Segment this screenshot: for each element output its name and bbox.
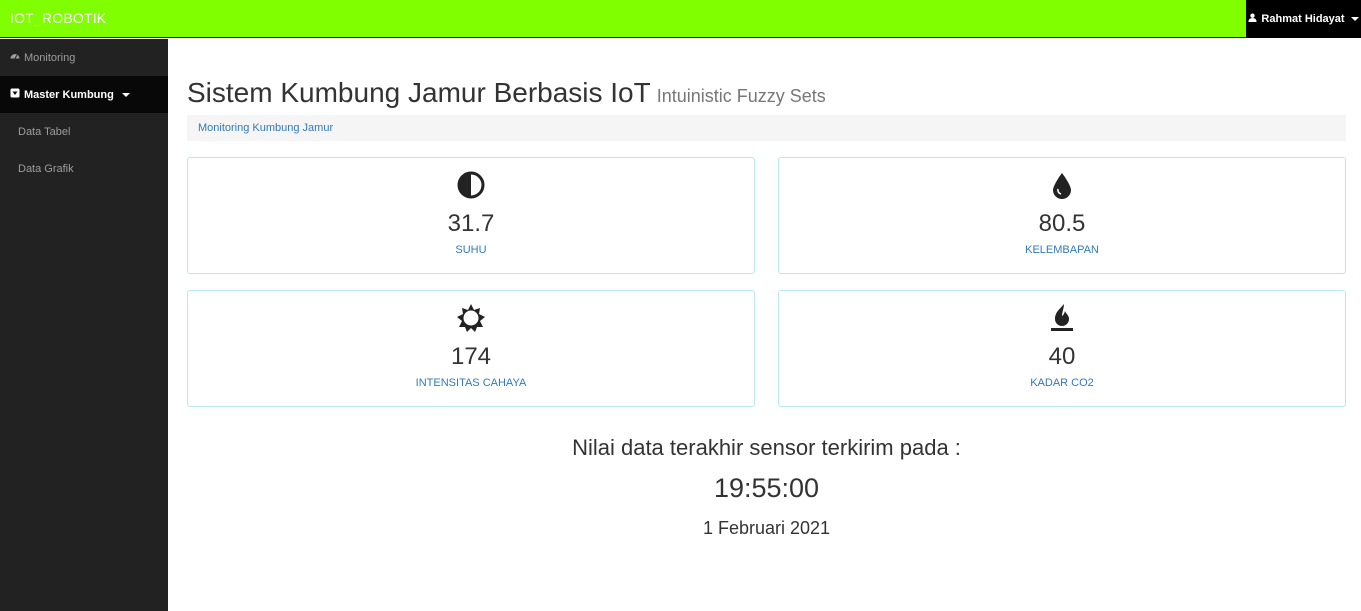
- last-update-date: 1 Februari 2021: [702, 518, 831, 538]
- panel-kadar-co2: 40 KADAR CO2: [778, 290, 1346, 407]
- user-name: Rahmat Hidayat: [1261, 13, 1345, 25]
- last-update-time: 19:55:00: [713, 473, 820, 503]
- chevron-down-icon: [1350, 17, 1359, 21]
- kelembapan-value: 80.5: [1038, 210, 1086, 237]
- sidebar-item-data-grafik[interactable]: Data Grafik: [0, 150, 168, 187]
- fire-icon: [1047, 303, 1077, 333]
- page-title: Sistem Kumbung Jamur Berbasis IoT: [187, 77, 651, 108]
- sidebar-item-label: Monitoring: [24, 51, 76, 64]
- sidebar-item-master-kumbung[interactable]: Master Kumbung: [0, 76, 168, 113]
- kelembapan-label[interactable]: KELEMBAPAN: [1025, 244, 1099, 256]
- co2-label[interactable]: KADAR CO2: [1030, 377, 1094, 389]
- top-navbar: IOT_ROBOTIK Rahmat Hidayat: [0, 0, 1361, 38]
- caret-square-down-icon: [10, 88, 20, 101]
- sidebar: Monitoring Master Kumbung Data Tabel Dat…: [0, 39, 168, 611]
- tint-icon: [1047, 170, 1077, 200]
- co2-value: 40: [1048, 343, 1076, 370]
- dashboard-icon: [10, 51, 20, 64]
- panel-kelembapan: 80.5 KELEMBAPAN: [778, 157, 1346, 274]
- user-menu-dropdown[interactable]: Rahmat Hidayat: [1246, 0, 1361, 38]
- chevron-down-icon: [121, 92, 130, 97]
- panel-suhu: 31.7 SUHU: [187, 157, 755, 274]
- brand-link[interactable]: IOT_ROBOTIK: [10, 10, 106, 26]
- suhu-value: 31.7: [447, 210, 495, 237]
- last-update-heading: Nilai data terakhir sensor terkirim pada…: [572, 435, 961, 460]
- suhu-label[interactable]: SUHU: [455, 244, 486, 256]
- sun-icon: [456, 303, 486, 333]
- page-subtitle: Intuinistic Fuzzy Sets: [656, 86, 826, 106]
- sidebar-item-data-tabel[interactable]: Data Tabel: [0, 113, 168, 150]
- adjust-icon: [456, 170, 486, 200]
- sidebar-item-label: Master Kumbung: [24, 88, 114, 101]
- sidebar-item-monitoring[interactable]: Monitoring: [0, 39, 168, 76]
- user-icon: [1248, 13, 1257, 25]
- breadcrumb: Monitoring Kumbung Jamur: [187, 115, 1346, 141]
- last-update-info: Nilai data terakhir sensor terkirim pada…: [187, 435, 1346, 539]
- breadcrumb-link[interactable]: Monitoring Kumbung Jamur: [198, 122, 333, 134]
- sensor-panels: 31.7 SUHU 80.5 KELEMBAPAN 174 INTENSITAS…: [187, 157, 1346, 407]
- page-header: Sistem Kumbung Jamur Berbasis IoT Intuin…: [187, 77, 1346, 109]
- cahaya-value: 174: [450, 343, 492, 370]
- panel-intensitas-cahaya: 174 INTENSITAS CAHAYA: [187, 290, 755, 407]
- main-content: Sistem Kumbung Jamur Berbasis IoT Intuin…: [187, 39, 1346, 539]
- cahaya-label[interactable]: INTENSITAS CAHAYA: [416, 377, 527, 389]
